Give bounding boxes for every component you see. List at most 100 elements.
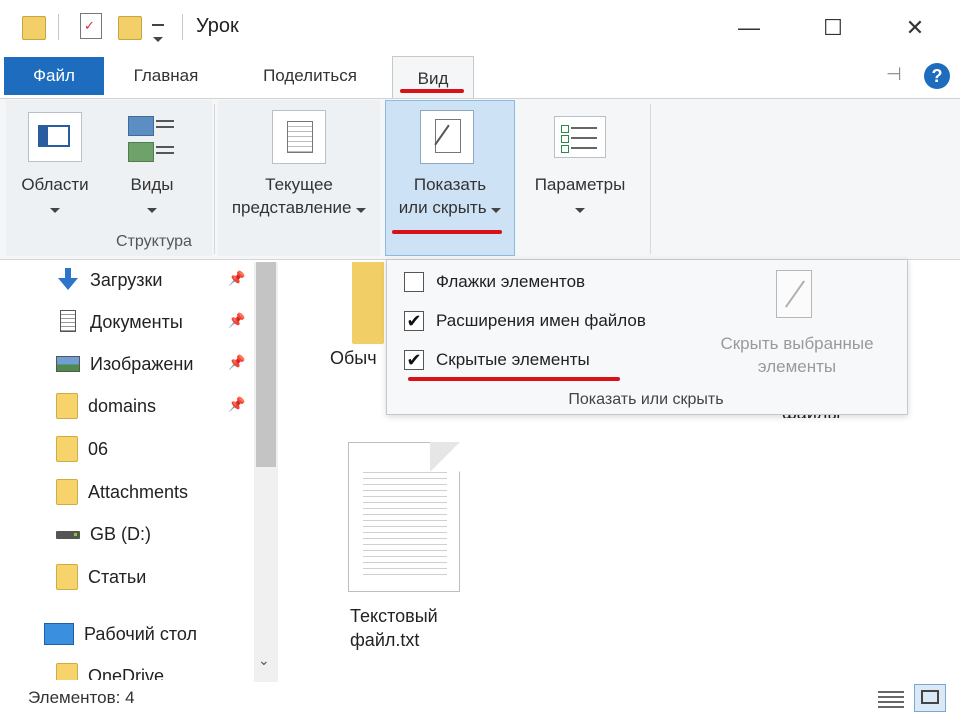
item-checkboxes-toggle[interactable]: Флажки элементов	[404, 267, 585, 297]
checkbox-label: Расширения имен файлов	[436, 311, 646, 330]
hide-selected-label-2: элементы	[757, 357, 837, 376]
large-icons-view-icon[interactable]	[914, 684, 946, 712]
hide-selected-label-1: Скрыть выбранные	[720, 334, 874, 353]
minimize-button[interactable]: —	[724, 8, 774, 48]
nav-item-label: GB (D:)	[90, 523, 151, 544]
chevron-down-icon	[50, 208, 60, 213]
tab-share[interactable]: Поделиться	[240, 57, 380, 95]
pin-icon[interactable]: 📌	[228, 396, 245, 413]
highlight-underline	[408, 377, 620, 381]
chevron-down-icon	[575, 208, 585, 213]
chevron-down-icon	[356, 208, 367, 213]
tab-home[interactable]: Главная	[114, 57, 218, 95]
nav-item-06[interactable]: 06	[56, 429, 108, 469]
folder-icon	[56, 393, 78, 419]
show-hide-label-2: или скрыть	[398, 198, 487, 217]
nav-item-articles[interactable]: Статьи	[56, 557, 146, 597]
checkbox-checked[interactable]: ✔	[404, 311, 424, 331]
nav-item-label: Статьи	[88, 566, 147, 587]
nav-item-label: 06	[88, 438, 109, 459]
group-label-structure: Структура	[116, 233, 192, 250]
show-hide-label: Показать или скрыть	[385, 173, 515, 219]
text-file-label-2: файл.txt	[350, 630, 420, 650]
show-hide-label-1: Показать	[413, 175, 487, 194]
nav-item-label: Attachments	[88, 481, 189, 502]
scrollbar-thumb[interactable]	[256, 262, 276, 467]
panes-label: Области	[21, 175, 89, 194]
text-file-item[interactable]	[348, 442, 464, 594]
nav-item-desktop[interactable]: Рабочий стол	[44, 614, 197, 654]
panes-button[interactable]: Области	[10, 173, 100, 219]
nav-item-label: Загрузки	[90, 269, 163, 290]
options-button[interactable]: Параметры	[520, 173, 640, 219]
nav-item-label: Изображени	[90, 353, 194, 374]
group-label-show-hide: Показать или скрыть	[568, 391, 724, 408]
desktop-icon	[44, 623, 74, 645]
pin-icon[interactable]: 📌	[228, 312, 245, 329]
current-view-label-2: представление	[231, 198, 352, 217]
checkbox[interactable]	[404, 272, 424, 292]
maximize-button[interactable]: ☐	[808, 8, 858, 48]
checkbox-label: Флажки элементов	[436, 272, 586, 291]
group-divider	[650, 104, 651, 254]
pin-icon[interactable]: 📌	[228, 270, 245, 287]
divider	[182, 14, 183, 40]
customize-toolbar-icon[interactable]	[152, 24, 164, 47]
current-view-icon	[272, 110, 326, 164]
hide-selected-icon	[776, 270, 814, 320]
layouts-label: Виды	[130, 175, 174, 194]
folder-icon	[56, 436, 78, 462]
folder-icon[interactable]	[352, 262, 384, 344]
show-hide-icon	[420, 110, 474, 164]
layouts-button[interactable]: Виды	[110, 173, 194, 219]
folder-icon	[56, 663, 78, 680]
nav-item-onedrive[interactable]: OneDrive	[56, 656, 256, 680]
help-icon[interactable]: ?	[924, 63, 950, 89]
file-label-partial: Обыч	[330, 348, 377, 368]
nav-item-pictures[interactable]: Изображени 📌	[56, 344, 245, 384]
highlight-underline	[392, 230, 502, 234]
text-file-label: Текстовый файл.txt	[350, 604, 438, 652]
nav-item-drive-d[interactable]: GB (D:)	[56, 514, 151, 554]
download-icon	[56, 268, 80, 292]
status-bar	[0, 682, 960, 720]
file-extensions-toggle[interactable]: ✔ Расширения имен файлов	[404, 306, 646, 336]
properties-icon[interactable]: ✓	[80, 13, 102, 39]
nav-item-documents[interactable]: Документы 📌	[56, 302, 245, 342]
nav-item-label: OneDrive	[88, 665, 165, 681]
scroll-down-icon[interactable]: ⌄	[258, 652, 270, 669]
pin-ribbon-icon[interactable]: ⊣	[886, 64, 902, 85]
checkbox-checked[interactable]: ✔	[404, 350, 424, 370]
folder-icon	[22, 16, 46, 40]
close-button[interactable]: ✕	[890, 8, 940, 48]
tab-view[interactable]: Вид	[392, 56, 474, 100]
hide-selected-button[interactable]: Скрыть выбранные элементы	[700, 332, 894, 378]
new-folder-icon[interactable]	[118, 16, 142, 40]
item-count: Элементов: 4	[28, 688, 135, 707]
folder-icon	[56, 479, 78, 505]
chevron-down-icon	[491, 208, 502, 213]
window-title: Урок	[196, 15, 239, 37]
drive-icon	[56, 522, 80, 546]
divider	[58, 14, 59, 40]
highlight-underline	[400, 89, 464, 93]
hidden-items-toggle[interactable]: ✔ Скрытые элементы	[404, 345, 590, 375]
details-view-icon[interactable]	[878, 688, 904, 708]
current-view-label-1: Текущее	[265, 175, 333, 194]
nav-item-downloads[interactable]: Загрузки 📌	[56, 260, 245, 300]
chevron-down-icon	[147, 208, 157, 213]
pin-icon[interactable]: 📌	[228, 354, 245, 371]
tab-file[interactable]: Файл	[4, 57, 104, 95]
documents-icon	[56, 310, 80, 334]
pictures-icon	[56, 352, 80, 376]
nav-item-domains[interactable]: domains 📌	[56, 386, 245, 426]
nav-item-label: domains	[88, 395, 157, 416]
layouts-icon	[128, 112, 176, 164]
nav-item-label: Рабочий стол	[84, 623, 197, 644]
options-icon	[554, 116, 606, 158]
group-divider	[214, 104, 215, 254]
options-label: Параметры	[534, 175, 626, 194]
nav-item-label: Документы	[90, 311, 183, 332]
current-view-button[interactable]: Текущее представление	[218, 173, 380, 219]
nav-item-attachments[interactable]: Attachments	[56, 472, 188, 512]
